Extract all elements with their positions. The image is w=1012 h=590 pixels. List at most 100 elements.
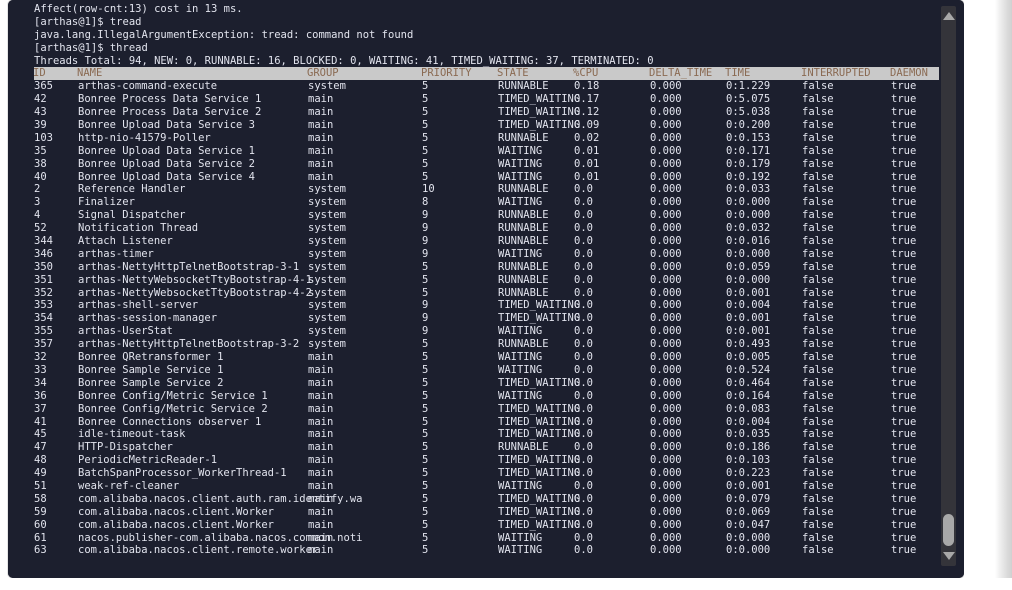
scroll-up-arrow-icon[interactable] <box>942 10 955 22</box>
thread-daemon: true <box>891 363 917 376</box>
vertical-scrollbar[interactable] <box>941 6 956 566</box>
thread-interrupted: false <box>802 428 834 441</box>
thread-daemon: true <box>891 544 917 557</box>
thread-cpu: 0.0 <box>574 196 593 209</box>
table-row: 48 PeriodicMetricReader-1 main 5 TIMED_WAITI… <box>34 454 939 467</box>
thread-name: weak-ref-cleaner <box>78 479 180 492</box>
thread-priority: 9 <box>422 209 429 222</box>
thread-time: 0:0.464 <box>726 376 771 389</box>
table-row: 354 arthas-session-manager system 9 TIMED_WA… <box>34 312 939 325</box>
thread-interrupted: false <box>802 325 834 338</box>
thread-state: RUNNABLE <box>498 260 549 273</box>
thread-state: RUNNABLE <box>498 222 549 235</box>
thread-cpu: 0.0 <box>574 222 593 235</box>
thread-delta-time: 0.000 <box>650 531 682 544</box>
table-row: 39 Bonree Upload Data Service 3 main 5 TIMED… <box>34 119 939 132</box>
thread-time: 0:0.001 <box>726 325 771 338</box>
thread-state: TIMED_WAITING <box>498 106 581 119</box>
thread-interrupted: false <box>802 389 834 402</box>
thread-state: RUNNABLE <box>498 80 549 93</box>
thread-state: WAITING <box>498 531 543 544</box>
thread-group: system <box>308 196 346 209</box>
thread-interrupted: false <box>802 106 834 119</box>
thread-interrupted: false <box>802 376 834 389</box>
table-row: 52 Notification Thread system 9 RUNNABLE 0.0 0… <box>34 222 939 235</box>
thread-interrupted: false <box>802 363 834 376</box>
thread-priority: 5 <box>422 467 429 480</box>
thread-daemon: true <box>891 273 917 286</box>
thread-time: 0:0.000 <box>726 209 771 222</box>
thread-priority: 5 <box>422 260 429 273</box>
thread-name: arthas-NettyWebsocketTtyBootstrap-4-1 <box>78 273 312 286</box>
thread-name: Bonree Upload Data Service 2 <box>78 157 256 170</box>
thread-name: arthas-session-manager <box>78 312 218 325</box>
table-row: 45 idle-timeout-task main 5 TIMED_WAITING 0.0… <box>34 428 939 441</box>
thread-priority: 5 <box>422 338 429 351</box>
thread-id: 3 <box>34 196 41 209</box>
thread-time: 0:0.032 <box>726 222 771 235</box>
table-row: 42 Bonree Process Data Service 1 main 5 TIME… <box>34 93 939 106</box>
thread-state: RUNNABLE <box>498 338 549 351</box>
thread-id: 63 <box>34 544 47 557</box>
thread-state: TIMED_WAITING <box>498 299 581 312</box>
thread-group: main <box>308 144 334 157</box>
thread-time: 0:0.004 <box>726 299 771 312</box>
thread-cpu: 0.01 <box>574 170 600 183</box>
thread-priority: 5 <box>422 389 429 402</box>
thread-state: TIMED_WAITING <box>498 376 581 389</box>
thread-priority: 9 <box>422 299 429 312</box>
thread-time: 0:0.000 <box>726 196 771 209</box>
thread-priority: 5 <box>422 505 429 518</box>
column-header-id: ID <box>34 67 46 80</box>
thread-name: Bonree Config/Metric Service 1 <box>78 389 268 402</box>
thread-state: RUNNABLE <box>498 131 549 144</box>
thread-delta-time: 0.000 <box>650 467 682 480</box>
scrollbar-thumb[interactable] <box>943 514 954 546</box>
thread-state: TIMED_WAITING <box>498 119 581 132</box>
thread-daemon: true <box>891 157 917 170</box>
thread-group: main <box>308 505 334 518</box>
thread-cpu: 0.0 <box>574 351 593 364</box>
page-bottom-gutter <box>0 578 1012 590</box>
thread-cpu: 0.0 <box>574 247 593 260</box>
thread-id: 344 <box>34 235 53 248</box>
thread-delta-time: 0.000 <box>650 273 682 286</box>
table-row: 3 Finalizer system 8 WAITING 0.0 0.000 0:0.000 f… <box>34 196 939 209</box>
thread-time: 0:0.001 <box>726 479 771 492</box>
thread-name: arthas-command-execute <box>78 80 218 93</box>
thread-cpu: 0.0 <box>574 325 593 338</box>
thread-state: WAITING <box>498 363 543 376</box>
thread-daemon: true <box>891 235 917 248</box>
thread-cpu: 0.0 <box>574 402 593 415</box>
thread-name: Reference Handler <box>78 183 186 196</box>
thread-name: com.alibaba.nacos.client.remote.worker <box>78 544 319 557</box>
thread-id: 42 <box>34 93 47 106</box>
thread-time: 0:1.229 <box>726 80 771 93</box>
thread-delta-time: 0.000 <box>650 183 682 196</box>
thread-delta-time: 0.000 <box>650 196 682 209</box>
thread-priority: 5 <box>422 518 429 531</box>
thread-daemon: true <box>891 131 917 144</box>
thread-group: main <box>308 479 334 492</box>
thread-daemon: true <box>891 209 917 222</box>
thread-time: 0:0.079 <box>726 492 771 505</box>
thread-delta-time: 0.000 <box>650 106 682 119</box>
thread-interrupted: false <box>802 518 834 531</box>
thread-state: TIMED_WAITING <box>498 467 581 480</box>
column-header-delta-time: DELTA_TIME <box>649 67 713 80</box>
terminal-surface[interactable]: Affect(row-cnt:13) cost in 13 ms. [artha… <box>8 0 964 578</box>
thread-interrupted: false <box>802 247 834 260</box>
thread-daemon: true <box>891 80 917 93</box>
thread-group: main <box>308 454 334 467</box>
thread-id: 45 <box>34 428 47 441</box>
column-header-daemon: DAEMON <box>890 67 928 80</box>
thread-priority: 9 <box>422 247 429 260</box>
scroll-down-arrow-icon[interactable] <box>942 550 955 562</box>
thread-state: WAITING <box>498 479 543 492</box>
thread-delta-time: 0.000 <box>650 131 682 144</box>
thread-interrupted: false <box>802 492 834 505</box>
table-row: 351 arthas-NettyWebsocketTtyBootstrap-4-1… <box>34 274 939 287</box>
thread-name: Bonree Upload Data Service 4 <box>78 170 256 183</box>
thread-id: 365 <box>34 80 53 93</box>
table-row: 346 arthas-timer system 9 WAITING 0.0 0.000 0:0… <box>34 248 939 261</box>
